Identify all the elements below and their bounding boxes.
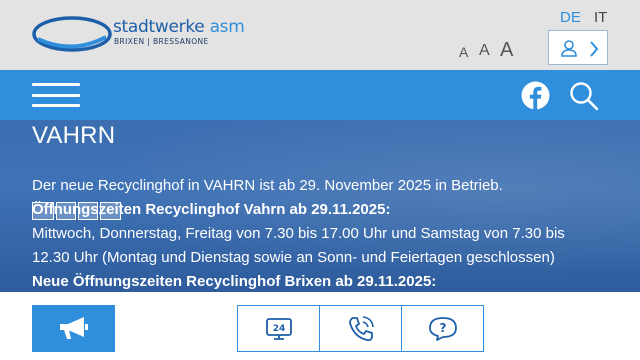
page-title: VAHRN <box>32 122 116 149</box>
main-navbar <box>0 70 640 120</box>
stadtwerke-logo[interactable]: stadtwerke asm BRIXEN | BRESSANONE <box>32 13 245 55</box>
svg-text:?: ? <box>439 321 446 335</box>
facebook-icon[interactable] <box>521 81 550 110</box>
hours-text-line: Mittwoch, Donnerstag, Freitag von 7.30 b… <box>32 225 565 242</box>
news-content: VAHRN Der neue Recyclinghof in VAHRN ist… <box>0 120 640 292</box>
top-header: stadtwerke asm BRIXEN | BRESSANONE DE IT… <box>0 0 640 70</box>
font-size-small-button[interactable]: A <box>459 44 468 60</box>
language-de-link[interactable]: DE <box>560 9 581 26</box>
hours-heading-brixen: Neue Öffnungszeiten Recyclinghof Brixen … <box>32 273 437 290</box>
megaphone-icon <box>60 317 88 339</box>
login-button[interactable] <box>548 30 608 65</box>
logo-subline: BRIXEN | BRESSANONE <box>114 37 209 46</box>
help-button[interactable]: ? <box>402 306 483 351</box>
hours-text-line: 12.30 Uhr (Montag und Dienstag sowie an … <box>32 249 555 266</box>
bottom-toolbar: 24 ? <box>0 292 640 360</box>
intro-text: Der neue Recyclinghof in VAHRN ist ab 29… <box>32 177 503 194</box>
font-size-large-button[interactable]: A <box>500 39 513 62</box>
logo-ellipse-icon <box>32 16 112 52</box>
24h-service-button[interactable]: 24 <box>238 306 320 351</box>
service-button-group: 24 ? <box>237 305 484 352</box>
user-icon <box>561 40 599 57</box>
phone-icon <box>348 315 374 341</box>
menu-icon[interactable] <box>32 83 80 107</box>
24h-service-icon: 24 <box>265 317 292 340</box>
svg-text:24: 24 <box>272 324 285 334</box>
help-icon: ? <box>428 316 457 341</box>
logo-wordmark: stadtwerke asm <box>113 17 245 37</box>
font-size-medium-button[interactable]: A <box>479 42 490 60</box>
announcements-button[interactable] <box>32 305 115 352</box>
hours-heading-vahrn: Öffnungszeiten Recyclinghof Vahrn ab 29.… <box>32 201 391 218</box>
language-it-link[interactable]: IT <box>594 9 607 26</box>
phone-button[interactable] <box>320 306 402 351</box>
search-icon[interactable] <box>569 81 599 111</box>
